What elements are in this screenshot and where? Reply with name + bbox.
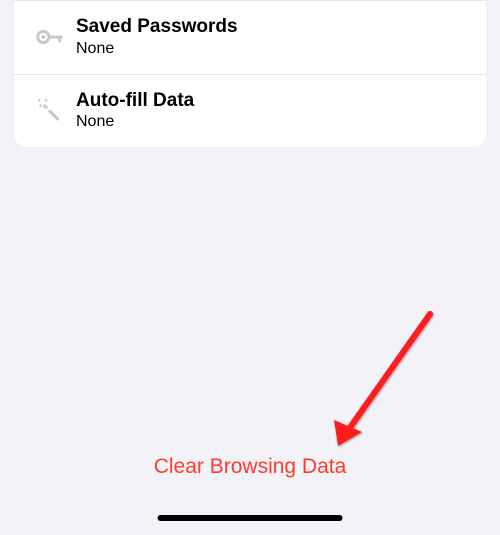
row-title: Saved Passwords xyxy=(76,15,470,39)
row-autofill-data[interactable]: Auto-fill Data None xyxy=(14,74,486,148)
row-title: Auto-fill Data xyxy=(76,89,470,113)
wand-icon xyxy=(28,95,76,127)
row-text: Auto-fill Data None xyxy=(76,89,470,134)
row-subtitle: None xyxy=(76,112,470,133)
key-icon xyxy=(28,21,76,53)
row-subtitle: None xyxy=(76,39,470,60)
clear-browsing-data-button[interactable]: Clear Browsing Data xyxy=(0,455,500,479)
row-text: Saved Passwords None xyxy=(76,15,470,60)
home-indicator[interactable] xyxy=(158,515,343,521)
row-saved-passwords[interactable]: Saved Passwords None xyxy=(14,0,486,74)
annotation-arrow-icon xyxy=(320,306,450,466)
settings-card: Saved Passwords None Auto-fill Data None xyxy=(14,0,486,147)
